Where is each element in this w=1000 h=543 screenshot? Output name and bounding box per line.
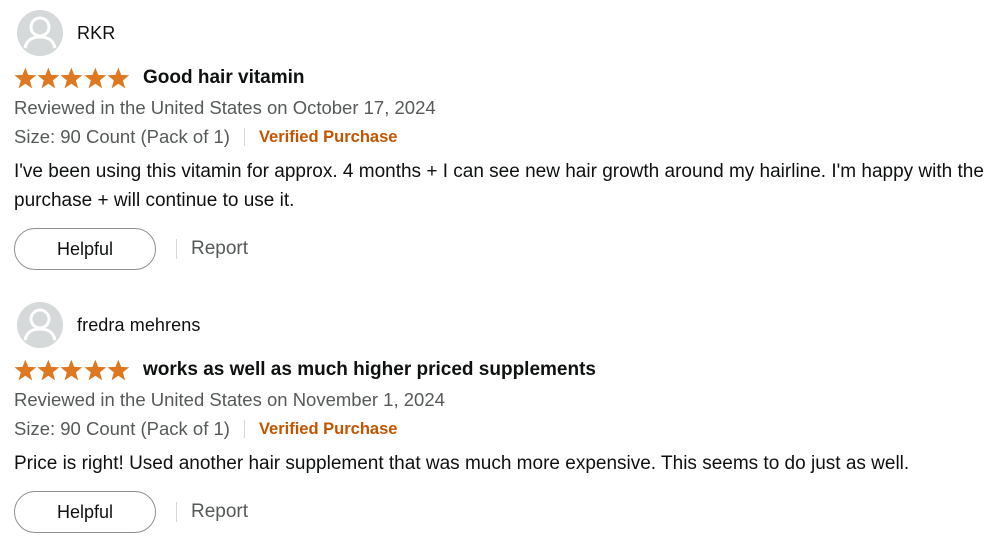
avatar-icon (17, 10, 63, 56)
divider (176, 239, 177, 259)
review-format-row: Size: 90 Count (Pack of 1) Verified Purc… (14, 124, 994, 150)
star-filled-icon (60, 67, 83, 89)
size-variant[interactable]: Size: 90 Count (Pack of 1) (14, 416, 230, 442)
review: RKR Good hair vitamin Reviewed in the Un… (14, 10, 994, 270)
helpful-button[interactable]: Helpful (14, 491, 156, 533)
star-filled-icon (107, 67, 130, 89)
reviewer-name[interactable]: RKR (77, 23, 115, 44)
review-date: Reviewed in the United States on October… (14, 97, 436, 118)
size-variant[interactable]: Size: 90 Count (Pack of 1) (14, 124, 230, 150)
star-filled-icon (84, 359, 106, 381)
star-filled-icon (37, 67, 60, 89)
verified-purchase-badge[interactable]: Verified Purchase (259, 416, 398, 442)
star-filled-icon (14, 67, 37, 89)
review-date: Reviewed in the United States on Novembe… (14, 389, 445, 410)
helpful-button[interactable]: Helpful (14, 228, 156, 270)
avatar-icon (17, 302, 63, 348)
review-title[interactable]: works as well as much higher priced supp… (143, 359, 596, 381)
star-filled-icon (60, 359, 83, 381)
reviewer-profile[interactable]: fredra mehrens (14, 302, 994, 348)
star-filled-icon (107, 359, 130, 381)
star-filled-icon (37, 359, 60, 381)
divider (243, 128, 245, 146)
report-link[interactable]: Report (191, 501, 248, 523)
star-filled-icon (84, 67, 106, 89)
report-link[interactable]: Report (191, 238, 248, 260)
star-rating[interactable] (14, 67, 130, 89)
review-title[interactable]: Good hair vitamin (143, 67, 305, 89)
review: fredra mehrens works as well as much hig… (14, 302, 994, 533)
review-format-row: Size: 90 Count (Pack of 1) Verified Purc… (14, 416, 994, 442)
review-body: Price is right! Used another hair supple… (14, 453, 910, 474)
review-body: I've been using this vitamin for approx.… (14, 161, 984, 211)
review-title-row: Good hair vitamin (14, 64, 994, 92)
reviewer-name[interactable]: fredra mehrens (77, 315, 200, 336)
divider (176, 502, 177, 522)
reviewer-profile[interactable]: RKR (14, 10, 994, 56)
review-title-row: works as well as much higher priced supp… (14, 356, 994, 384)
star-rating[interactable] (14, 359, 130, 381)
verified-purchase-badge[interactable]: Verified Purchase (259, 124, 398, 150)
review-actions: Helpful Report (14, 491, 994, 533)
star-filled-icon (14, 359, 37, 381)
divider (243, 420, 245, 438)
review-actions: Helpful Report (14, 228, 994, 270)
